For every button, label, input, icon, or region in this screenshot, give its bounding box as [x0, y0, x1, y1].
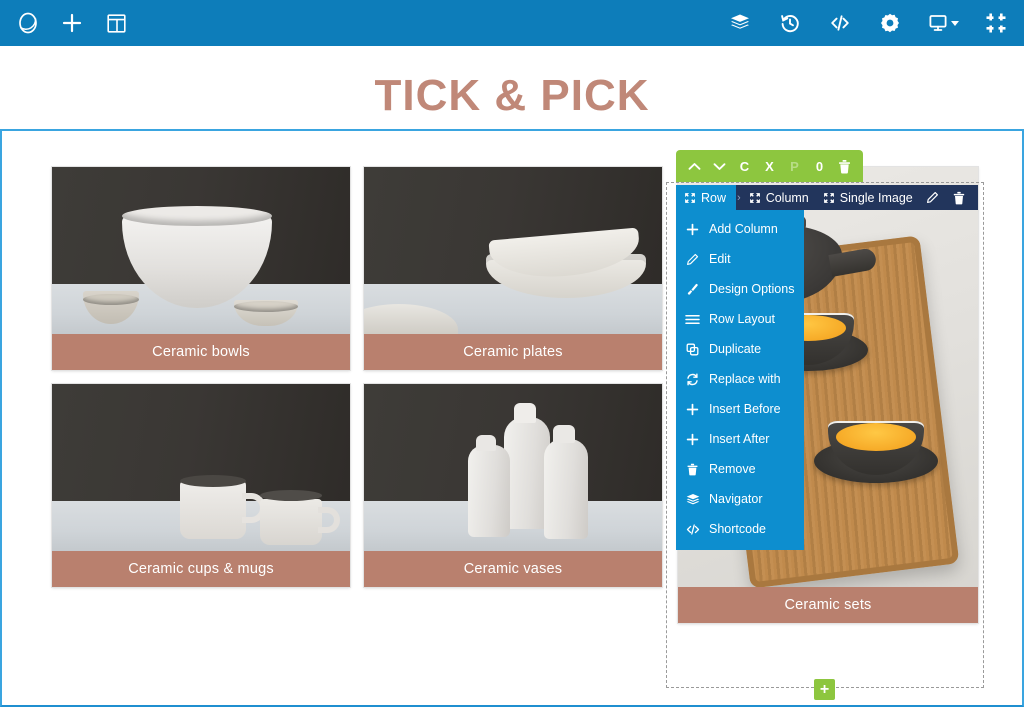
menu-item-navigator[interactable]: Navigator	[676, 484, 804, 514]
menu-item-label: Row Layout	[709, 312, 776, 326]
editor-canvas: TICK & PICK Ceramic bowls Ceramic plates…	[0, 46, 1024, 716]
photo-ceramic-vases	[364, 384, 662, 551]
gallery-card-mugs[interactable]: Ceramic cups & mugs	[52, 384, 350, 587]
chevron-down-icon	[950, 20, 959, 26]
card-caption: Ceramic bowls	[52, 334, 350, 370]
card-caption: Ceramic plates	[364, 334, 662, 370]
breadcrumb-label: Column	[765, 190, 809, 205]
menu-item-label: Remove	[709, 462, 756, 476]
copy-button[interactable]: C	[732, 150, 757, 182]
menu-item-label: Replace with	[709, 372, 781, 386]
duplicate-icon	[685, 343, 700, 356]
element-action-toolbar: C X P 0	[676, 150, 863, 182]
breadcrumb-rest: › Column Single Image	[736, 185, 978, 210]
topbar-right-group	[720, 3, 1024, 43]
editor-topbar	[0, 0, 1024, 46]
menu-item-label: Edit	[709, 252, 731, 266]
clone-count[interactable]: 0	[807, 150, 832, 182]
logo-icon[interactable]	[8, 3, 48, 43]
menu-item-label: Design Options	[709, 282, 795, 296]
content-frame: Ceramic bowls Ceramic plates Ceramic cup…	[0, 129, 1024, 707]
plus-icon	[685, 433, 700, 446]
plus-icon	[685, 403, 700, 416]
collapse-icon[interactable]	[976, 3, 1016, 43]
templates-icon[interactable]	[96, 3, 136, 43]
menu-item-add-column[interactable]: Add Column	[676, 214, 804, 244]
menu-item-insert-before[interactable]: Insert Before	[676, 394, 804, 424]
cut-button[interactable]: X	[757, 150, 782, 182]
layers-icon	[685, 493, 700, 506]
page-title: TICK & PICK	[374, 71, 650, 120]
move-arrows-icon	[823, 192, 834, 203]
menu-item-label: Shortcode	[709, 522, 766, 536]
photo-ceramic-plates	[364, 167, 662, 334]
menu-item-insert-after[interactable]: Insert After	[676, 424, 804, 454]
history-icon[interactable]	[770, 3, 810, 43]
menu-item-replace-with[interactable]: Replace with	[676, 364, 804, 394]
menu-item-edit[interactable]: Edit	[676, 244, 804, 274]
menu-item-label: Add Column	[709, 222, 778, 236]
card-caption: Ceramic vases	[364, 551, 662, 587]
breadcrumb-item-row[interactable]: Row	[676, 185, 737, 210]
menu-item-remove[interactable]: Remove	[676, 454, 804, 484]
card-caption: Ceramic cups & mugs	[52, 551, 350, 587]
menu-item-label: Navigator	[709, 492, 763, 506]
gallery-card-bowls[interactable]: Ceramic bowls	[52, 167, 350, 370]
breadcrumb-label: Single Image	[839, 190, 913, 205]
breadcrumb-item-single-image[interactable]: Single Image	[816, 191, 920, 205]
code-icon	[685, 523, 700, 536]
edit-pencil-icon[interactable]	[920, 191, 946, 204]
paste-button[interactable]: P	[782, 150, 807, 182]
delete-button[interactable]	[832, 150, 857, 182]
menu-item-label: Duplicate	[709, 342, 762, 356]
responsive-icon[interactable]	[920, 3, 966, 43]
trash-icon	[685, 463, 700, 476]
menu-item-shortcode[interactable]: Shortcode	[676, 514, 804, 544]
photo-ceramic-bowls	[52, 167, 350, 334]
menu-item-label: Insert Before	[709, 402, 781, 416]
move-down-button[interactable]	[707, 150, 732, 182]
plus-icon	[685, 223, 700, 236]
menu-item-design-options[interactable]: Design Options	[676, 274, 804, 304]
breadcrumb-label: Row	[701, 190, 727, 205]
gallery-card-vases[interactable]: Ceramic vases	[364, 384, 662, 587]
code-icon[interactable]	[820, 3, 860, 43]
settings-icon[interactable]	[870, 3, 910, 43]
menu-item-row-layout[interactable]: Row Layout	[676, 304, 804, 334]
move-arrows-icon	[685, 192, 695, 203]
gallery-card-plates[interactable]: Ceramic plates	[364, 167, 662, 370]
card-caption: Ceramic sets	[678, 587, 978, 623]
add-row-button[interactable]: +	[814, 679, 835, 700]
photo-ceramic-mugs	[52, 384, 350, 551]
navigator-icon[interactable]	[720, 3, 760, 43]
breadcrumb-item-column[interactable]: Column	[742, 191, 816, 205]
pencil-icon	[685, 253, 700, 266]
replace-icon	[685, 373, 700, 386]
layout-lines-icon	[685, 314, 700, 325]
menu-item-label: Insert After	[709, 432, 770, 446]
element-breadcrumb: Row › Column Single Image	[676, 185, 978, 210]
brush-icon	[685, 283, 700, 296]
delete-trash-icon[interactable]	[946, 191, 972, 205]
menu-item-duplicate[interactable]: Duplicate	[676, 334, 804, 364]
row-context-menu: Add Column Edit Design Options Row Layou…	[676, 210, 804, 550]
move-up-button[interactable]	[682, 150, 707, 182]
add-element-icon[interactable]	[52, 3, 92, 43]
move-arrows-icon	[749, 192, 760, 203]
topbar-left-group	[0, 3, 136, 43]
